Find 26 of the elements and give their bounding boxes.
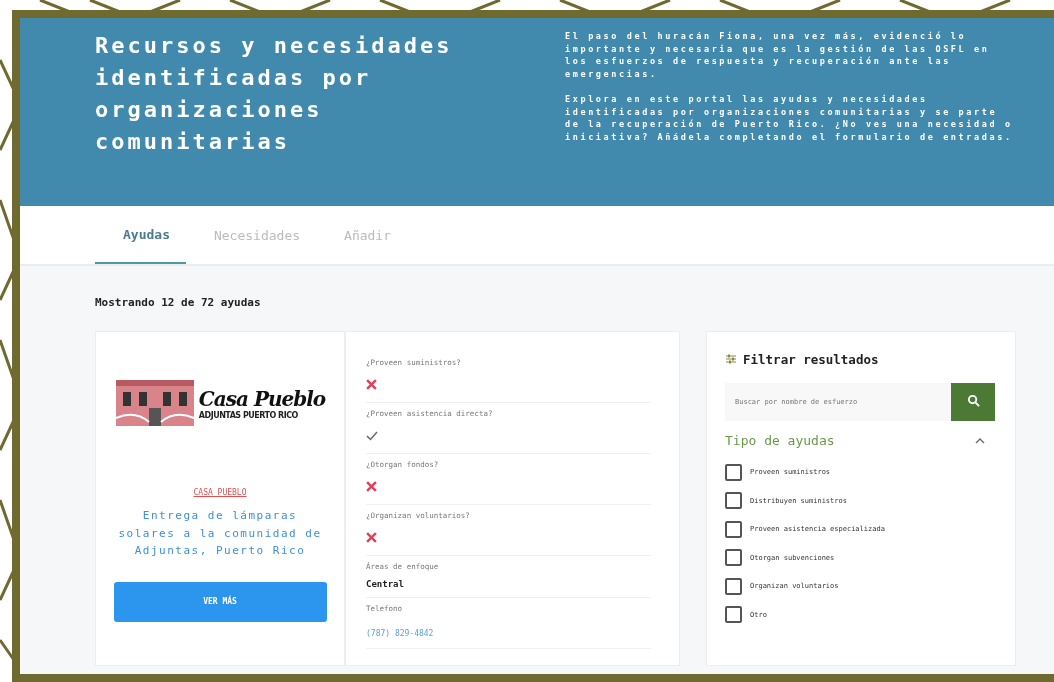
intro-paragraph: Explora en este portal las ayudas y necesidades identificadas por organizaciones comunitarias y se parte de la recuperación de Puerto Rico. ¿No ves una necesidad o iniciativa? Añádela completando el formulario de entradas. <box>565 93 1014 143</box>
checkbox[interactable] <box>725 606 742 624</box>
search-button[interactable] <box>951 383 995 421</box>
checkbox[interactable] <box>725 463 742 481</box>
filter-title: Filtrar resultados <box>743 352 879 367</box>
page-title: Recursos y necesidades identificadas por organizaciones comunitarias <box>95 32 454 156</box>
search-icon <box>966 394 980 407</box>
results-count: Mostrando 12 de 72 ayudas <box>95 296 262 309</box>
field-value: Central <box>366 579 405 589</box>
more-button[interactable]: VER MÁS <box>113 581 327 622</box>
section-title: Tipo de ayudas <box>725 433 835 448</box>
checkbox[interactable] <box>725 520 742 538</box>
phone-link[interactable]: (787) 829-4842 <box>366 629 434 638</box>
chevron-up-icon[interactable] <box>975 437 985 444</box>
checkbox[interactable] <box>725 549 742 567</box>
logo-wordmark: Casa Pueblo <box>198 386 326 411</box>
checkbox[interactable] <box>725 492 742 510</box>
tab[interactable]: Necesidades <box>185 206 317 264</box>
card-title: Entrega de lámparas solares a la comunidad de Adjuntas, Puerto Rico <box>117 508 323 559</box>
checkbox[interactable] <box>725 577 742 595</box>
intro-paragraph: El paso del huracán Fiona, una vez más, evidenció lo importante y necesaria que es la gestión de las OSFL en los esfuerzos de respuesta y recuperación ante las emergencias. <box>565 30 991 80</box>
building-icon <box>114 378 195 428</box>
tab[interactable]: Ayudas <box>95 206 186 264</box>
tab[interactable]: Añadir <box>316 206 408 264</box>
organization-link[interactable]: CASA PUEBLO <box>193 488 247 497</box>
logo-subtitle: ADJUNTAS PUERTO RICO <box>198 410 299 420</box>
